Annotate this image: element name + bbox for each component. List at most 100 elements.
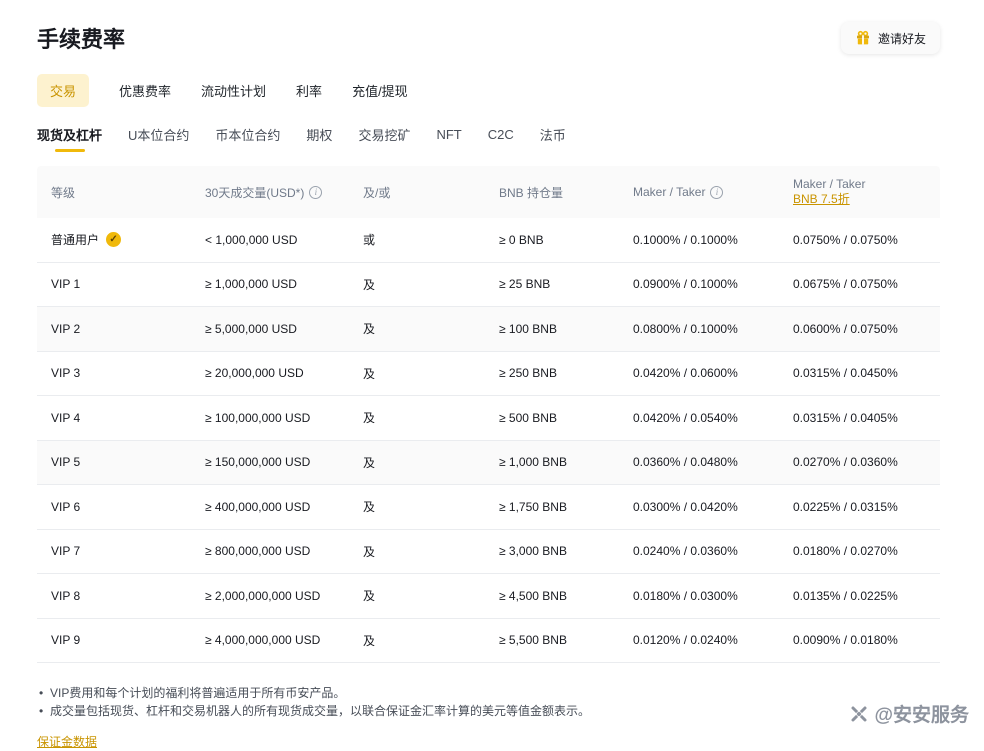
table-row: VIP 7 ≥ 800,000,000 USD 及 ≥ 3,000 BNB 0.… [37,530,940,575]
row-volume: ≥ 400,000,000 USD [191,485,349,529]
row-volume: ≥ 4,000,000,000 USD [191,619,349,663]
tab-trade-mining[interactable]: 交易挖矿 [358,117,410,154]
invite-friends-button[interactable]: 邀请好友 [841,22,940,54]
row-and-or: 及 [349,307,485,351]
row-bnb: ≥ 3,000 BNB [485,530,619,574]
watermark-text: @安安服务 [874,700,969,727]
row-maker-taker: 0.0800% / 0.1000% [619,307,779,351]
row-maker-taker: 0.0120% / 0.0240% [619,619,779,663]
row-level: VIP 5 [37,441,191,485]
fee-table-header: 等级 30天成交量(USD*) i 及/或 BNB 持仓量 Maker / Ta… [37,166,940,218]
row-bnb: ≥ 4,500 BNB [485,574,619,618]
row-maker-taker: 0.0300% / 0.0420% [619,485,779,529]
row-maker-taker: 0.0360% / 0.0480% [619,441,779,485]
row-maker-taker: 0.0240% / 0.0360% [619,530,779,574]
header-and-or: 及/或 [349,166,485,218]
table-row: VIP 1 ≥ 1,000,000 USD 及 ≥ 25 BNB 0.0900%… [37,263,940,308]
row-level: VIP 8 [37,574,191,618]
row-volume: ≥ 20,000,000 USD [191,352,349,396]
row-volume: ≥ 5,000,000 USD [191,307,349,351]
header-volume-label: 30天成交量(USD*) [205,184,304,201]
row-and-or: 及 [349,530,485,574]
row-maker-taker: 0.0420% / 0.0600% [619,352,779,396]
header-maker-taker: Maker / Taker i [619,166,779,218]
footnotes: VIP费用和每个计划的福利将普遍适用于所有币安产品。 成交量包括现货、杠杆和交易… [37,685,940,720]
watermark: @安安服务 [849,700,969,727]
tab-trading[interactable]: 交易 [37,74,89,107]
tab-preferential-rates[interactable]: 优惠费率 [119,74,171,107]
tab-coinm-futures[interactable]: 币本位合约 [215,117,280,154]
row-level: VIP 4 [37,396,191,440]
row-volume: ≥ 800,000,000 USD [191,530,349,574]
row-level: VIP 1 [37,263,191,307]
row-maker-taker-bnb: 0.0090% / 0.0180% [779,619,940,663]
row-maker-taker-bnb: 0.0315% / 0.0405% [779,396,940,440]
row-and-or: 及 [349,619,485,663]
row-bnb: ≥ 1,000 BNB [485,441,619,485]
row-maker-taker: 0.0900% / 0.1000% [619,263,779,307]
tab-options[interactable]: 期权 [306,117,332,154]
row-volume: < 1,000,000 USD [191,218,349,262]
row-volume: ≥ 150,000,000 USD [191,441,349,485]
level-label: 普通用户 [51,231,99,248]
primary-tab-bar: 交易 优惠费率 流动性计划 利率 充值/提现 [37,74,940,107]
row-volume: ≥ 100,000,000 USD [191,396,349,440]
row-level: 普通用户 ✓ [37,218,191,262]
row-maker-taker-bnb: 0.0600% / 0.0750% [779,307,940,351]
gift-icon [855,30,871,46]
row-maker-taker: 0.0180% / 0.0300% [619,574,779,618]
header-maker-taker-label: Maker / Taker [633,185,705,199]
row-maker-taker-bnb: 0.0180% / 0.0270% [779,530,940,574]
header-volume: 30天成交量(USD*) i [191,166,349,218]
info-icon[interactable]: i [309,186,322,199]
row-and-or: 及 [349,352,485,396]
tab-usdm-futures[interactable]: U本位合约 [128,117,189,154]
row-bnb: ≥ 500 BNB [485,396,619,440]
row-maker-taker-bnb: 0.0750% / 0.0750% [779,218,940,262]
row-bnb: ≥ 25 BNB [485,263,619,307]
row-maker-taker-bnb: 0.0135% / 0.0225% [779,574,940,618]
row-bnb: ≥ 1,750 BNB [485,485,619,529]
margin-data-link[interactable]: 保证金数据 [37,733,97,750]
row-maker-taker-bnb: 0.0270% / 0.0360% [779,441,940,485]
table-row: VIP 8 ≥ 2,000,000,000 USD 及 ≥ 4,500 BNB … [37,574,940,619]
tab-interest-rate[interactable]: 利率 [296,74,322,107]
table-row: VIP 6 ≥ 400,000,000 USD 及 ≥ 1,750 BNB 0.… [37,485,940,530]
page-title: 手续费率 [37,22,125,54]
invite-friends-label: 邀请好友 [878,30,926,47]
tab-liquidity-program[interactable]: 流动性计划 [201,74,266,107]
row-maker-taker-bnb: 0.0315% / 0.0450% [779,352,940,396]
row-and-or: 及 [349,263,485,307]
row-bnb: ≥ 0 BNB [485,218,619,262]
tab-deposit-withdraw[interactable]: 充值/提现 [352,74,408,107]
header-maker-taker-bnb-label: Maker / Taker [793,177,865,192]
row-and-or: 及 [349,396,485,440]
verified-badge-icon: ✓ [106,232,121,247]
row-level: VIP 9 [37,619,191,663]
table-row: 普通用户 ✓ < 1,000,000 USD 或 ≥ 0 BNB 0.1000%… [37,218,940,263]
header-level: 等级 [37,166,191,218]
footnote: 成交量包括现货、杠杆和交易机器人的所有现货成交量，以联合保证金汇率计算的美元等值… [37,703,940,721]
tab-spot-margin[interactable]: 现货及杠杆 [37,117,102,154]
row-bnb: ≥ 100 BNB [485,307,619,351]
row-level: VIP 7 [37,530,191,574]
secondary-tab-bar: 现货及杠杆 U本位合约 币本位合约 期权 交易挖矿 NFT C2C 法币 [37,117,940,154]
row-maker-taker-bnb: 0.0675% / 0.0750% [779,263,940,307]
row-bnb: ≥ 250 BNB [485,352,619,396]
row-volume: ≥ 1,000,000 USD [191,263,349,307]
row-and-or: 及 [349,574,485,618]
table-row: VIP 2 ≥ 5,000,000 USD 及 ≥ 100 BNB 0.0800… [37,307,940,352]
tab-nft[interactable]: NFT [436,119,461,152]
page-header: 手续费率 邀请好友 [37,22,940,54]
info-icon[interactable]: i [710,186,723,199]
bnb-discount-link[interactable]: BNB 7.5折 [793,192,850,207]
fee-table: 等级 30天成交量(USD*) i 及/或 BNB 持仓量 Maker / Ta… [37,166,940,663]
row-and-or: 及 [349,485,485,529]
header-bnb-balance: BNB 持仓量 [485,166,619,218]
tab-c2c[interactable]: C2C [488,119,514,152]
tab-fiat[interactable]: 法币 [540,117,566,154]
row-maker-taker: 0.1000% / 0.1000% [619,218,779,262]
row-level: VIP 3 [37,352,191,396]
row-and-or: 或 [349,218,485,262]
row-maker-taker-bnb: 0.0225% / 0.0315% [779,485,940,529]
